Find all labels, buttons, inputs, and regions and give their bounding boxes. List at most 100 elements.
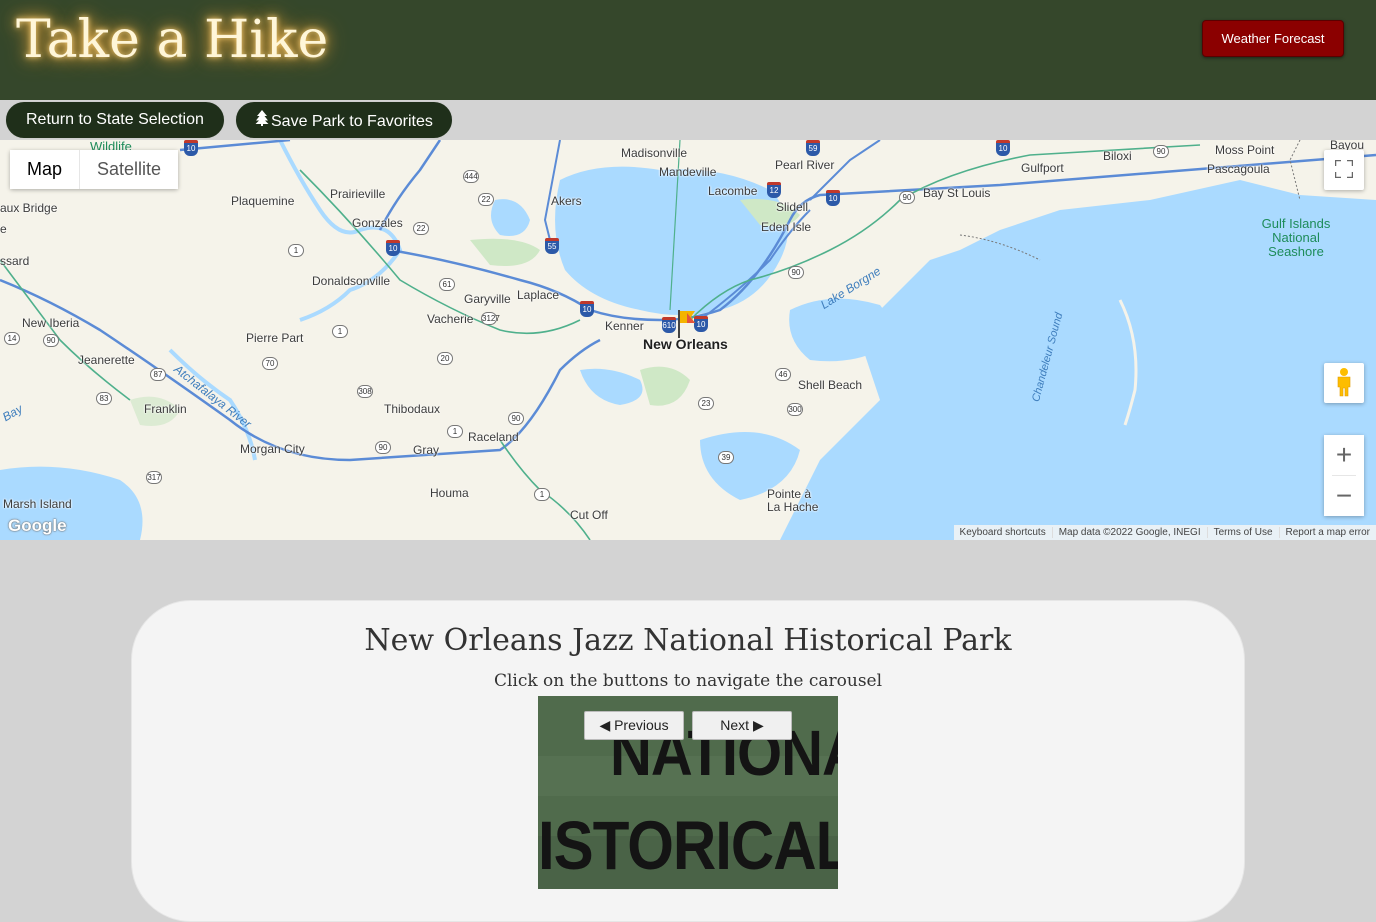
map-label-gulf-islands: Gulf Islands National Seashore — [1261, 216, 1331, 259]
interstate-shield: 10 — [386, 240, 400, 256]
map-label-pierre-part: Pierre Part — [246, 331, 304, 345]
interstate-shield: 59 — [806, 140, 820, 156]
map-label-new-orleans: New Orleans — [643, 336, 728, 352]
route-shield: 1 — [332, 325, 348, 338]
map-label-new-iberia: New Iberia — [22, 316, 80, 330]
save-park-to-favorites-button[interactable]: Save Park to Favorites — [235, 101, 453, 139]
return-to-state-selection-button[interactable]: Return to State Selection — [5, 101, 225, 139]
zoom-control: + − — [1324, 435, 1364, 516]
save-park-label: Save Park to Favorites — [271, 112, 433, 130]
carousel-image: NATIONA ISTORICAL ◀ Previous Next ▶ — [538, 696, 838, 889]
map-label-gray: Gray — [413, 443, 440, 457]
map-label-eden-isle: Eden Isle — [761, 220, 812, 234]
route-shield: 90 — [1153, 145, 1169, 158]
zoom-out-button[interactable]: − — [1324, 476, 1364, 516]
route-shield: 444 — [463, 170, 479, 183]
map-label-houma: Houma — [430, 486, 469, 500]
site-header: Take a Hike Weather Forecast — [0, 0, 1376, 100]
map-label-vacherie: Vacherie — [427, 312, 474, 326]
map-label-ssard: ssard — [0, 254, 30, 268]
interstate-shield: 610 — [662, 317, 676, 333]
map-label-mandeville: Mandeville — [659, 165, 717, 179]
google-logo: Google — [8, 516, 67, 535]
map-label-plaquemine: Plaquemine — [231, 194, 295, 208]
map-label-moss-point: Moss Point — [1215, 143, 1275, 157]
route-shield: 1 — [534, 488, 550, 501]
map-label-pearl-river: Pearl River — [775, 158, 835, 172]
interstate-shield: 12 — [767, 182, 781, 198]
route-shield: 90 — [899, 191, 915, 204]
map-label-marsh-island: Marsh Island — [3, 497, 72, 511]
route-shield: 300 — [787, 403, 803, 416]
map-label-aux-bridge: aux Bridge — [0, 201, 58, 215]
zoom-out-icon: − — [1335, 480, 1353, 511]
terms-of-use-link[interactable]: Terms of Use — [1206, 527, 1279, 538]
map-label-pointe-a-la-hache: Pointe à La Hache — [767, 487, 819, 514]
fullscreen-button[interactable] — [1324, 150, 1364, 190]
report-map-error-link[interactable]: Report a map error — [1278, 527, 1376, 538]
map-label-shell-beach: Shell Beach — [798, 378, 863, 392]
route-shield: 23 — [698, 397, 714, 410]
photo-text-historical: ISTORICAL — [538, 806, 838, 885]
carousel-instructions: Click on the buttons to navigate the car… — [493, 671, 883, 691]
map-label-e: e — [0, 222, 7, 236]
map-type-control: Map Satellite — [10, 150, 179, 189]
zoom-in-button[interactable]: + — [1324, 435, 1364, 475]
route-shield: 20 — [437, 352, 453, 365]
park-card: New Orleans Jazz National Historical Par… — [131, 600, 1245, 922]
map-label-cut-off: Cut Off — [570, 508, 608, 522]
pegman-icon — [1334, 367, 1354, 400]
route-shield: 39 — [718, 451, 734, 464]
route-shield: 22 — [413, 222, 429, 235]
action-bar: Return to State Selection Save Park to F… — [0, 100, 1376, 140]
map[interactable]: Madisonville Mandeville Pearl River Laco… — [0, 140, 1376, 540]
weather-forecast-button[interactable]: Weather Forecast — [1202, 20, 1344, 57]
route-shield: 90 — [43, 334, 59, 347]
map-label-pascagoula: Pascagoula — [1207, 162, 1270, 176]
route-shield: 61 — [439, 278, 455, 291]
map-label-kenner: Kenner — [605, 319, 644, 333]
map-type-map-button[interactable]: Map — [10, 150, 80, 189]
map-label-thibodaux: Thibodaux — [384, 402, 441, 416]
route-shield: 14 — [4, 332, 20, 345]
map-label-laplace: Laplace — [517, 288, 560, 302]
route-shield: 22 — [478, 193, 494, 206]
interstate-shield: 10 — [580, 301, 594, 317]
tree-icon — [255, 109, 269, 131]
interstate-shield: 10 — [184, 140, 198, 156]
map-label-gulfport: Gulfport — [1021, 161, 1064, 175]
route-shield: 46 — [775, 368, 791, 381]
map-label-slidell: Slidell — [776, 200, 809, 214]
carousel-next-button[interactable]: Next ▶ — [692, 711, 792, 740]
map-label-madisonville: Madisonville — [621, 146, 688, 160]
map-label-gonzales: Gonzales — [352, 216, 403, 230]
interstate-shield: 10 — [826, 190, 840, 206]
flag-marker-icon[interactable] — [677, 310, 697, 338]
fullscreen-icon — [1333, 158, 1355, 181]
map-label-jeanerette: Jeanerette — [78, 353, 135, 367]
map-label-morgan-city: Morgan City — [240, 442, 305, 456]
zoom-in-icon: + — [1335, 439, 1353, 470]
interstate-shield: 55 — [545, 238, 559, 254]
park-name: New Orleans Jazz National Historical Par… — [364, 623, 1012, 658]
route-shield: 90 — [375, 441, 391, 454]
route-shield: 90 — [788, 266, 804, 279]
map-label-biloxi: Biloxi — [1103, 149, 1132, 163]
route-shield: 1 — [288, 244, 304, 257]
keyboard-shortcuts-link[interactable]: Keyboard shortcuts — [954, 527, 1052, 538]
map-label-franklin: Franklin — [144, 402, 187, 416]
map-label-lacombe: Lacombe — [708, 184, 758, 198]
street-view-button[interactable] — [1324, 363, 1364, 403]
map-label-akers: Akers — [551, 194, 582, 208]
map-attribution: Keyboard shortcuts Map data ©2022 Google… — [953, 525, 1376, 540]
route-shield: 317 — [146, 471, 162, 484]
map-label-prairieville: Prairieville — [330, 187, 386, 201]
map-type-satellite-button[interactable]: Satellite — [80, 150, 179, 189]
route-shield: 308 — [357, 385, 373, 398]
map-label-raceland: Raceland — [468, 430, 519, 444]
route-shield: 87 — [150, 368, 166, 381]
route-shield: 1 — [447, 425, 463, 438]
route-shield: 90 — [508, 412, 524, 425]
route-shield: 70 — [262, 357, 278, 370]
carousel-previous-button[interactable]: ◀ Previous — [584, 711, 684, 740]
